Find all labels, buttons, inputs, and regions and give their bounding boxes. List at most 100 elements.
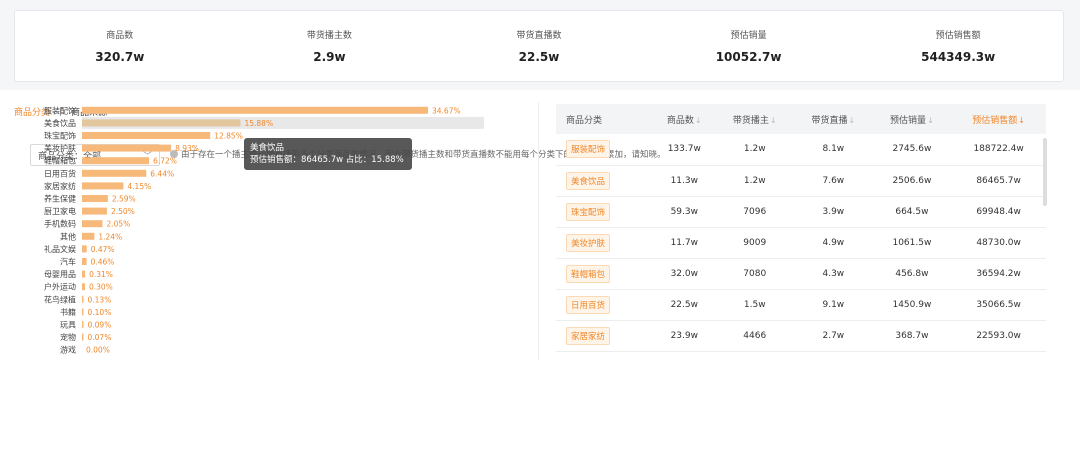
category-label: 美食饮品 [44,118,76,128]
cell: 1.2w [715,165,795,197]
tooltip-title: 美食饮品 [250,143,285,153]
cell: 188722.4w [951,134,1046,166]
cell: 133.7w [653,134,716,166]
cell: 2745.6w [872,134,952,166]
sort-icon[interactable]: ↓ [695,116,702,125]
cell: 11.7w [653,227,716,259]
stat-product-count: 商品数 320.7w [15,11,225,81]
sort-icon[interactable]: ↓ [848,116,855,125]
cell: 35066.5w [951,289,1046,321]
bar[interactable] [82,144,172,152]
category-tag[interactable]: 鞋帽箱包 [566,264,611,283]
stat-label: 预估销售额 [935,31,981,41]
category-label: 书籍 [60,307,76,317]
bar-value-label: 0.10% [88,308,112,317]
stats-panel: 商品数 320.7w 带货播主数 2.9w 带货直播数 22.5w 预估销量 1… [14,10,1064,82]
category-label: 服装配饰 [44,105,76,115]
stat-value: 2.9w [313,50,346,64]
category-label: 玩具 [60,321,76,330]
bar-value-label: 2.59% [112,195,136,204]
bar[interactable] [82,220,103,228]
cell: 664.5w [872,196,952,228]
bar[interactable] [82,169,147,177]
table-scrollbar[interactable] [1043,138,1047,206]
cell: 2.7w [794,320,873,352]
bar[interactable] [82,283,85,291]
table-row: 日用百货 22.5w 1.5w 9.1w 1450.9w 35066.5w [556,289,1046,321]
cell: 9.1w [794,289,873,321]
cell: 368.7w [872,320,952,352]
category-tag[interactable]: 珠宝配饰 [566,202,611,221]
bar[interactable] [82,245,87,253]
stat-live-count: 带货直播数 22.5w [434,11,644,81]
table-row: 珠宝配饰 59.3w 7096 3.9w 664.5w 69948.4w [556,196,1046,228]
bar-value-label: 0.13% [88,295,112,304]
category-label: 厨卫家电 [44,206,76,216]
col-product-count[interactable]: 商品数↓ [653,104,716,134]
col-sales-amount[interactable]: 预估销售额↓ [951,104,1046,134]
bar[interactable] [82,132,211,139]
category-tag[interactable]: 日用百货 [566,295,611,314]
cell: 3.9w [794,196,873,228]
bar-value-label: 0.09% [88,321,112,330]
category-label: 游戏 [60,345,76,355]
col-streamers[interactable]: 带货播主↓ [715,104,795,134]
category-tag[interactable]: 家居家纺 [566,326,611,345]
bar[interactable] [82,232,95,240]
bar-value-label: 0.07% [88,333,112,342]
bar[interactable] [82,270,86,278]
bar-value-label: 4.15% [127,182,151,191]
divider [538,102,539,360]
bar-value-label: 6.44% [150,169,174,178]
cell: 32.0w [653,258,716,290]
table-row: 服装配饰 133.7w 1.2w 8.1w 2745.6w 188722.4w [556,134,1046,166]
bar[interactable] [82,195,108,202]
col-sales-volume[interactable]: 预估销量↓ [872,104,952,134]
category-label: 家居家纺 [44,181,76,191]
bar[interactable] [82,258,87,265]
cell: 23.9w [653,320,716,352]
bar[interactable] [82,119,241,127]
table-row: 鞋帽箱包 32.0w 7080 4.3w 456.8w 36594.2w [556,258,1046,290]
stat-label: 商品数 [106,31,134,41]
bar-value-label: 2.05% [106,220,130,229]
cell: 4.3w [794,258,873,290]
bar[interactable] [82,295,84,303]
cell: 59.3w [653,196,716,228]
bar-value-label: 6.72% [153,157,177,166]
cell: 2506.6w [872,165,952,197]
cell: 1061.5w [872,227,952,259]
category-tag[interactable]: 美食饮品 [566,171,611,190]
category-tag[interactable]: 美妆护肤 [566,233,611,252]
col-category: 商品分类 [556,104,654,134]
sort-icon[interactable]: ↓ [927,116,934,125]
bar[interactable] [82,321,84,328]
category-label: 美妆护肤 [44,143,76,153]
stat-sales-volume: 预估销量 10052.7w [644,11,854,81]
cell: 1.5w [715,289,795,321]
category-label: 其他 [60,231,76,241]
bar[interactable] [82,207,107,215]
bar-value-label: 1.24% [98,232,122,241]
stat-sales-amount: 预估销售额 544349.3w [853,11,1063,81]
col-lives[interactable]: 带货直播↓ [794,104,873,134]
bar[interactable] [82,333,84,341]
stat-label: 带货直播数 [516,31,562,41]
sort-icon[interactable]: ↓ [770,116,777,125]
stat-streamer-count: 带货播主数 2.9w [225,11,435,81]
stat-value: 320.7w [95,50,145,64]
bar[interactable] [82,157,150,165]
cell: 22.5w [653,289,716,321]
stat-label: 预估销量 [730,31,767,41]
category-label: 养生保健 [44,194,76,204]
sort-icon[interactable]: ↓ [1018,116,1025,125]
tooltip-line: 预估销售额：86465.7w 占比：15.88% [250,155,404,165]
bar[interactable] [82,308,84,316]
cell: 1450.9w [872,289,952,321]
bar[interactable] [82,182,124,190]
stat-value: 544349.3w [921,50,996,64]
cell: 48730.0w [951,227,1046,259]
category-tag[interactable]: 服装配饰 [566,140,611,159]
table-header-row: 商品分类 商品数↓ 带货播主↓ 带货直播↓ 预估销量↓ 预估销售额↓ [556,104,1046,134]
bar[interactable] [82,106,428,114]
